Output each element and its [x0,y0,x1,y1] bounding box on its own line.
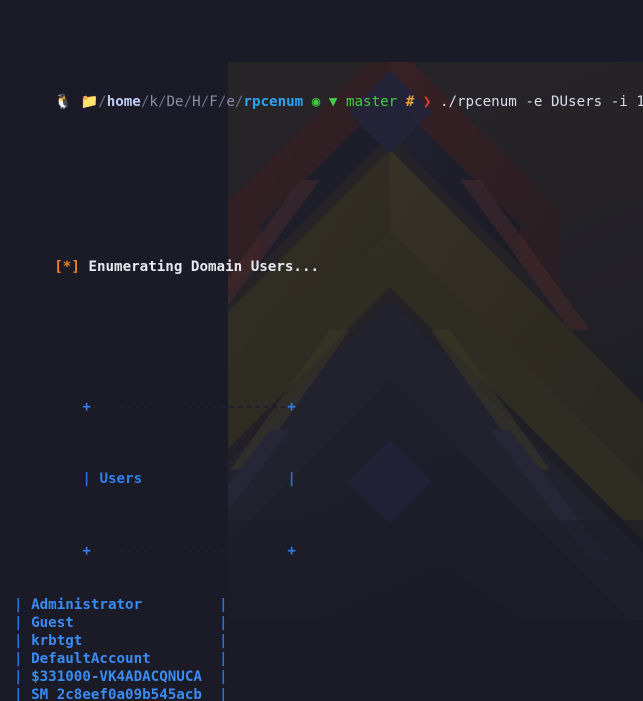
path-segment-e: e [226,94,235,110]
cell-pad-left [23,669,32,685]
table-corner-ml: + [82,543,91,559]
path-segment-k: k [149,94,158,110]
path-segment-home: home [106,94,141,110]
user-name: $331000-VK4ADACQNUCA [31,669,202,685]
cell-pad-left [23,651,32,667]
linux-penguin-icon: 🐧 [54,94,72,110]
cell-pad-right [202,669,219,685]
path-segment-h: H [192,94,201,110]
prompt-space-4 [337,94,346,110]
table-row: | Guest | [14,614,643,632]
table-corner-tr: + [287,399,296,415]
path-segment-rpcenum: rpcenum [243,94,304,110]
path-sep-3: / [183,94,193,110]
table-header-users: Users [99,471,143,487]
prompt-space-3 [320,94,329,110]
path-sep-0: / [98,94,107,110]
table-border-left: | [14,597,23,613]
path-sep-4: / [200,94,210,110]
table-border-right: | [219,597,228,613]
cell-pad-left [23,597,32,613]
path-sep-2: / [157,94,167,110]
table-row: | SM_2c8eef0a09b545acb | [14,686,643,701]
table-rule-dashes-top: ----------------------- [90,399,288,415]
table-rule-mid: +-----------------------+ [14,524,643,559]
table-header-pad-right [142,471,287,487]
table-row: | $331000-VK4ADACQNUCA | [14,668,643,686]
table-corner-mr: + [287,543,296,559]
cell-pad-right [151,651,219,667]
status-line: [*] Enumerating Domain Users... [0,237,643,275]
table-border-left: | [14,633,23,649]
table-border-right: | [219,633,228,649]
table-row: | krbtgt | [14,632,643,650]
table-corner-tl: + [82,399,91,415]
status-message: Enumerating Domain Users... [88,259,320,275]
table-border-right: | [219,687,228,701]
user-name: Guest [31,615,74,631]
cell-pad-right [142,597,219,613]
prompt-space-7 [431,94,440,110]
table-border-left-header: | [82,471,91,487]
table-border-right: | [219,651,228,667]
table-border-left: | [14,687,23,701]
cell-pad-left [23,615,32,631]
user-name: krbtgt [31,633,83,649]
prompt-space-2 [303,94,312,110]
table-border-left: | [14,651,23,667]
path-segment-de: De [166,94,184,110]
table-border-right-header: | [287,471,296,487]
table-body: | Administrator | | Guest | | krbtgt | | De… [14,596,643,701]
path-segment-f: F [209,94,218,110]
cell-pad-left [23,633,32,649]
cell-pad-left [23,687,32,701]
prompt-space-5 [397,94,406,110]
user-name: DefaultAccount [31,651,151,667]
terminal-content: 🐧 📁/home/k/De/H/F/e/rpcenum ◉ ▼ master #… [0,0,643,701]
table-border-left: | [14,669,23,685]
status-bracket-open: [ [54,259,63,275]
table-border-right: | [219,669,228,685]
table-border-right: | [219,615,228,631]
table-border-left: | [14,615,23,631]
user-name: Administrator [31,597,143,613]
root-marker: # [405,94,415,110]
cell-pad-right [74,615,219,631]
table-rule-dashes-mid: ----------------------- [90,543,288,559]
shell-prompt-line: 🐧 📁/home/k/De/H/F/e/rpcenum ◉ ▼ master #… [0,72,643,110]
status-bracket-close: ] [71,259,80,275]
cell-pad-right [202,687,219,701]
table-rule-top: +-----------------------+ [14,380,643,415]
command-text[interactable]: ./rpcenum -e DUsers -i 10.10.10.161 [440,94,643,110]
prompt-space-6 [414,94,423,110]
user-name: SM_2c8eef0a09b545acb [31,687,202,701]
table-header-row: | Users | [14,452,643,487]
cell-pad-right [82,633,219,649]
git-branch-name: master [345,94,398,110]
table-row: | DefaultAccount | [14,650,643,668]
terminal-window: 🐧 📁/home/k/De/H/F/e/rpcenum ◉ ▼ master #… [0,0,643,701]
folder-icon: 📁 [80,94,99,110]
table-row: | Administrator | [14,596,643,614]
users-table: +-----------------------+ | Users | +---… [0,344,643,701]
